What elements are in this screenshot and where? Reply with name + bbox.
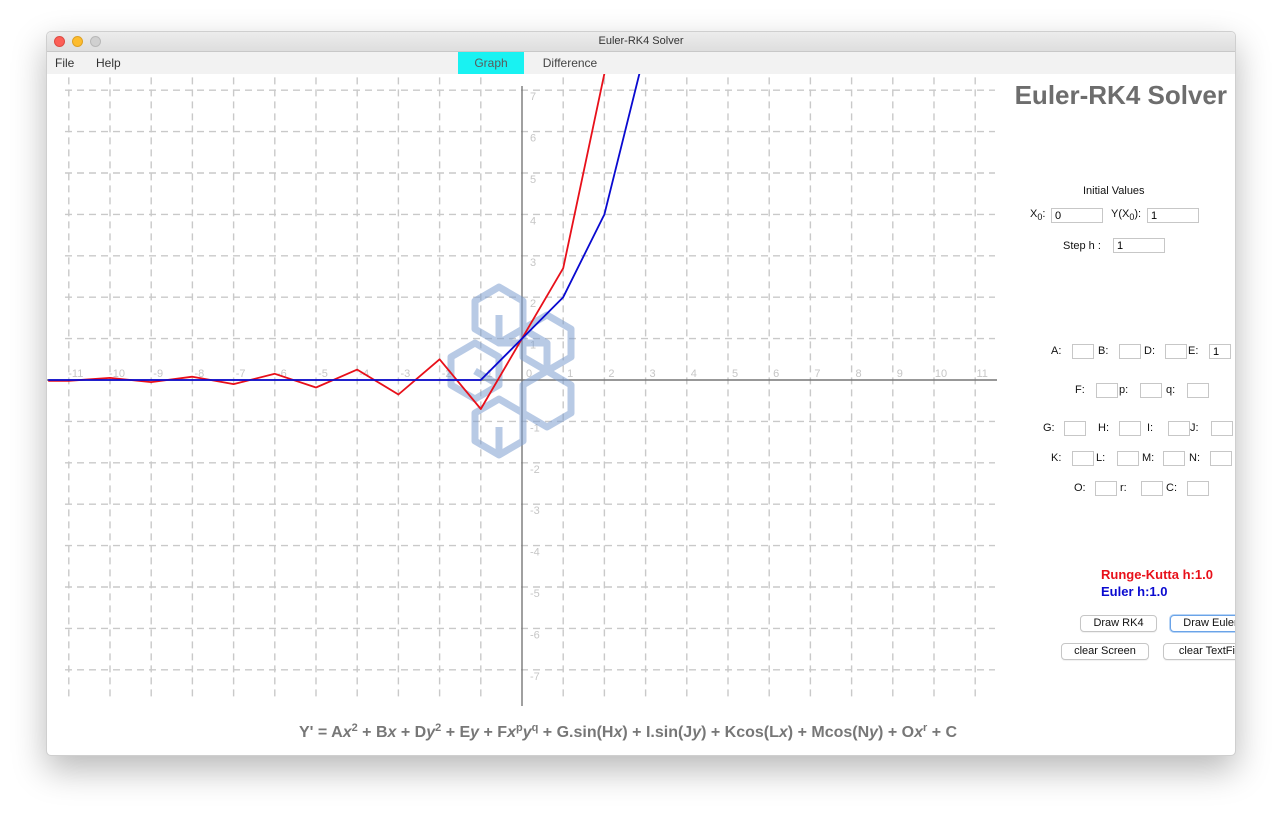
coef-label: D: (1144, 345, 1155, 357)
coef-input[interactable] (1119, 344, 1141, 359)
equation-formula: Y' = Ax2 + Bx + Dy2 + Ey + Fxpyq + G.sin… (299, 722, 958, 741)
x-tick-label: 9 (897, 368, 903, 380)
coef-input[interactable] (1064, 421, 1086, 436)
y-tick-label: 3 (530, 257, 536, 269)
menu-help[interactable]: Help (96, 56, 121, 70)
legend-runge-kutta: Runge-Kutta h:1.0 (1101, 567, 1213, 582)
coef-label: F: (1075, 384, 1085, 396)
x-tick-label: 8 (856, 368, 862, 380)
clear-textfields-button[interactable]: clear TextFields (1163, 643, 1235, 660)
coef-input[interactable] (1117, 451, 1139, 466)
y-tick-label: -3 (530, 505, 540, 517)
coef-input[interactable] (1096, 383, 1118, 398)
tick-labels: -11 -10 -9 -8 -7 -6 -5 -4 -3 -2 -1 0 1 2 3 4 5 6 7 8 9 10 11-7… (68, 91, 988, 683)
coef-input[interactable] (1141, 481, 1163, 496)
y-tick-label: -7 (530, 671, 540, 683)
coef-input[interactable] (1163, 451, 1185, 466)
coef-input[interactable] (1072, 451, 1094, 466)
coef-input[interactable] (1209, 344, 1231, 359)
coef-input[interactable] (1140, 383, 1162, 398)
x-tick-label: 5 (732, 368, 738, 380)
control-panel: Euler-RK4 Solver Initial Values X0: Y(X0… (997, 74, 1235, 694)
coef-label: q: (1166, 384, 1176, 396)
y-tick-label: 2 (530, 298, 536, 310)
menu-bar: File Help Graph Difference (47, 52, 1235, 74)
tab-graph[interactable]: Graph (458, 52, 524, 74)
window-title: Euler-RK4 Solver (598, 35, 684, 47)
coef-label: C: (1166, 482, 1177, 494)
app-window: Euler-RK4 Solver File Help Graph Differe… (46, 31, 1236, 756)
y-tick-label: -2 (530, 464, 540, 476)
title-bar[interactable]: Euler-RK4 Solver (47, 32, 1235, 52)
y-tick-label: -6 (530, 629, 540, 641)
coef-input[interactable] (1211, 421, 1233, 436)
coef-label: H: (1098, 422, 1109, 434)
coef-label: I: (1147, 422, 1154, 434)
coef-label: K: (1051, 452, 1062, 464)
step-input[interactable] (1113, 238, 1165, 253)
initial-values-heading: Initial Values (1083, 185, 1145, 197)
coef-label: A: (1051, 345, 1062, 357)
x-tick-label: 4 (691, 368, 697, 380)
coef-input[interactable] (1187, 481, 1209, 496)
coef-label: O: (1074, 482, 1086, 494)
grid (65, 77, 995, 697)
coef-label: B: (1098, 345, 1109, 357)
x-tick-label: 6 (773, 368, 779, 380)
coef-label: p: (1119, 384, 1129, 396)
coef-label: r: (1120, 482, 1127, 494)
graph-canvas[interactable]: -11 -10 -9 -8 -7 -6 -5 -4 -3 -2 -1 0 1 2 3 4 5 6 7 8 9 10 11-7… (47, 74, 997, 714)
coef-label: N: (1189, 452, 1200, 464)
y0-label: Y(X0): (1111, 208, 1142, 223)
coef-input[interactable] (1072, 344, 1094, 359)
coef-input[interactable] (1210, 451, 1232, 466)
coef-label: M: (1142, 452, 1155, 464)
draw-rk4-button[interactable]: Draw RK4 (1080, 615, 1157, 632)
x0-label: X0: (1030, 208, 1046, 223)
y-tick-label: 4 (530, 215, 536, 227)
y-tick-label: -5 (530, 588, 540, 600)
x0-input[interactable] (1051, 208, 1103, 223)
coef-input[interactable] (1165, 344, 1187, 359)
coef-input[interactable] (1119, 421, 1141, 436)
y-tick-label: -4 (530, 547, 540, 559)
coef-label: L: (1096, 452, 1106, 464)
y0-input[interactable] (1147, 208, 1199, 223)
coef-label: G: (1043, 422, 1055, 434)
y-tick-label: 5 (530, 174, 536, 186)
x-tick-label: 10 (935, 368, 947, 380)
clear-screen-button[interactable]: clear Screen (1061, 643, 1149, 660)
y-tick-label: 7 (530, 91, 536, 103)
y-tick-label: 6 (530, 133, 536, 145)
coef-input[interactable] (1168, 421, 1190, 436)
x-tick-label: -7 (236, 368, 246, 380)
coef-input[interactable] (1095, 481, 1117, 496)
step-label: Step h : (1063, 240, 1101, 252)
x-tick-label: 1 (567, 368, 573, 380)
x-tick-label: -5 (318, 368, 328, 380)
app-title: Euler-RK4 Solver (1014, 80, 1227, 110)
x-tick-label: 11 (976, 368, 987, 380)
tab-difference[interactable]: Difference (524, 52, 616, 74)
x-tick-label: 2 (608, 368, 614, 380)
draw-euler-button[interactable]: Draw Euler (1170, 615, 1235, 632)
coef-label: E: (1188, 345, 1199, 357)
cube-logo-watermark (447, 283, 575, 459)
legend-euler: Euler h:1.0 (1101, 584, 1168, 599)
x-tick-label: 3 (650, 368, 656, 380)
menu-file[interactable]: File (55, 56, 74, 70)
coef-input[interactable] (1187, 383, 1209, 398)
coef-label: J: (1190, 422, 1199, 434)
x-tick-label: -11 (68, 368, 83, 380)
x-tick-label: -3 (401, 368, 411, 380)
x-tick-label: 7 (814, 368, 820, 380)
x-tick-label: -9 (153, 368, 163, 380)
